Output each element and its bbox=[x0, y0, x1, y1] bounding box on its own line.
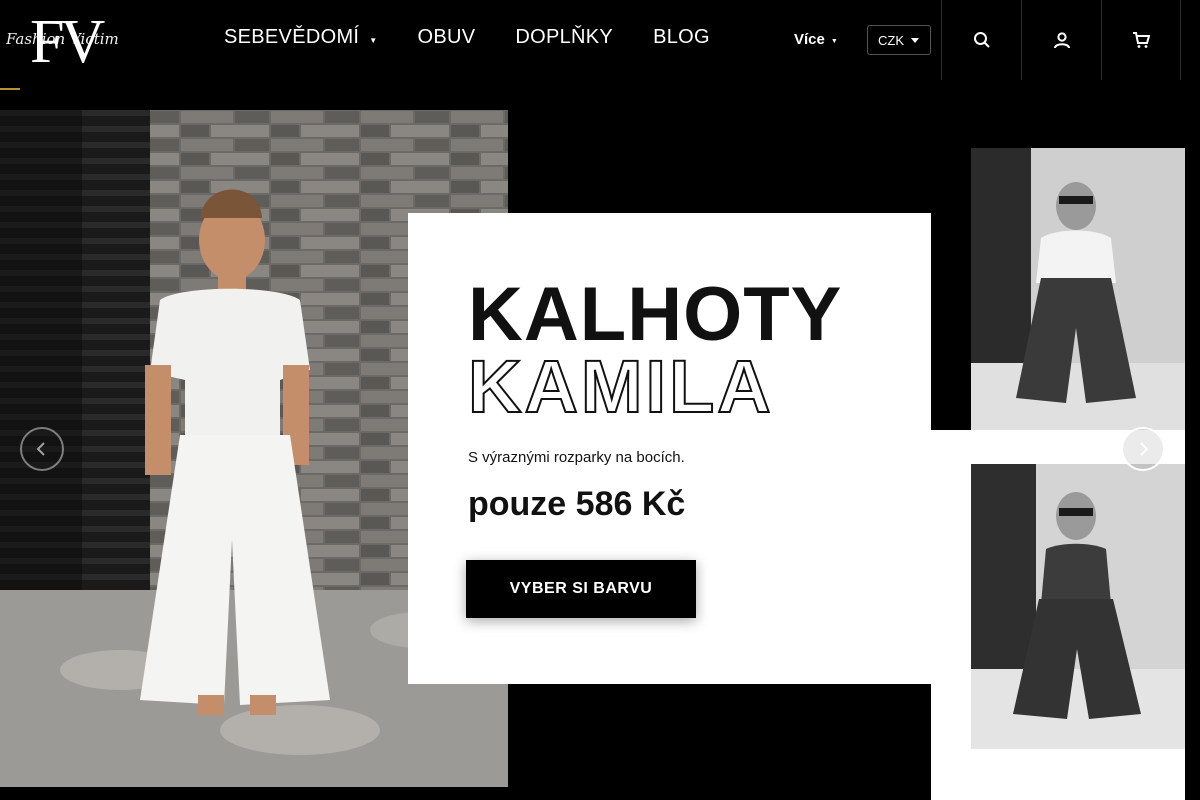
nav-item-label: BLOG bbox=[653, 26, 710, 48]
logo[interactable]: FV Fashion Victim bbox=[2, 6, 147, 76]
user-icon bbox=[1053, 32, 1070, 49]
main-nav: SEBEVĚDOMÍ ▼ OBUV DOPLŇKY BLOG bbox=[224, 26, 750, 49]
promo-title: KALHOTY bbox=[468, 272, 843, 357]
choose-color-button[interactable]: VYBER SI BARVU bbox=[466, 560, 696, 618]
cart-icon bbox=[1133, 32, 1150, 48]
arrow-right-icon bbox=[1140, 442, 1149, 456]
slider-prev-button[interactable] bbox=[20, 427, 64, 471]
arrow-left-icon bbox=[36, 442, 45, 456]
caret-down-icon bbox=[911, 37, 919, 43]
cart-button[interactable] bbox=[1101, 0, 1181, 80]
chevron-down-icon: ▼ bbox=[830, 37, 838, 45]
search-button[interactable] bbox=[941, 0, 1021, 80]
more-menu-button[interactable]: Více ▼ bbox=[794, 31, 838, 48]
logo-accent-line bbox=[0, 88, 20, 90]
slide-thumbnail-2[interactable] bbox=[971, 464, 1185, 749]
slider-next-button[interactable] bbox=[1121, 427, 1165, 471]
nav-item-obuv[interactable]: OBUV bbox=[417, 26, 475, 49]
promo-title-outline: KAMILA bbox=[467, 345, 774, 428]
nav-item-doplnky[interactable]: DOPLŇKY bbox=[515, 26, 613, 49]
nav-item-label: DOPLŇKY bbox=[515, 26, 614, 48]
more-menu-label: Více bbox=[794, 31, 825, 48]
search-icon bbox=[973, 32, 990, 48]
site-header: FV Fashion Victim SEBEVĚDOMÍ ▼ OBUV DOPL… bbox=[0, 0, 1200, 90]
nav-item-blog[interactable]: BLOG bbox=[653, 26, 710, 49]
product-promo-card: KALHOTY KAMILA S výraznými rozparky na b… bbox=[408, 213, 931, 684]
promo-subtitle: S výraznými rozparky na bocích. bbox=[468, 449, 685, 466]
promo-price: pouze 586 Kč bbox=[468, 485, 686, 523]
svg-text:Fashion Victim: Fashion Victim bbox=[5, 30, 119, 48]
account-button[interactable] bbox=[1021, 0, 1101, 80]
nav-item-label: OBUV bbox=[417, 26, 476, 48]
chevron-down-icon: ▼ bbox=[369, 36, 378, 45]
nav-item-label: SEBEVĚDOMÍ bbox=[224, 26, 360, 48]
nav-item-sebevedomi[interactable]: SEBEVĚDOMÍ ▼ bbox=[224, 26, 377, 49]
slide-thumbnail-1[interactable] bbox=[971, 148, 1185, 434]
currency-value: CZK bbox=[878, 32, 904, 48]
currency-select[interactable]: CZK bbox=[867, 25, 931, 55]
